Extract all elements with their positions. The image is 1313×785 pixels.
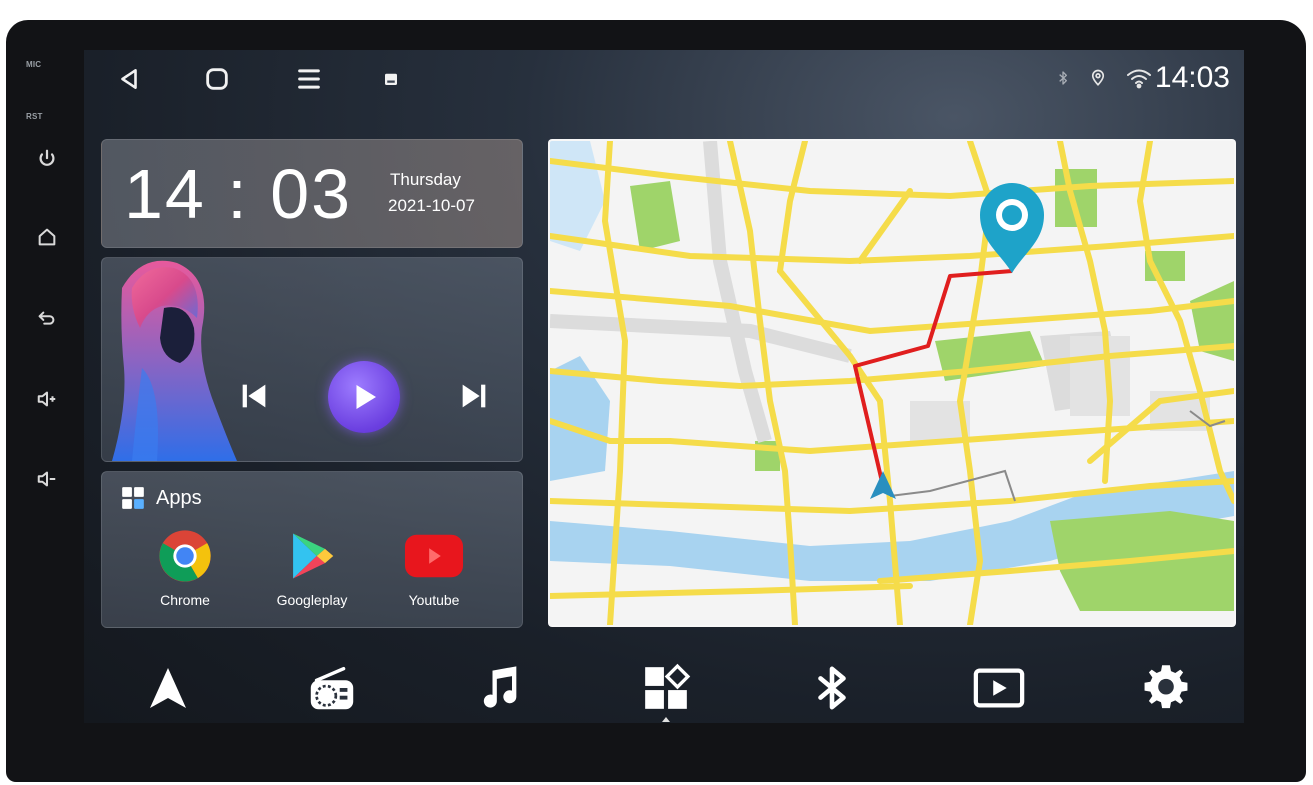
bluetooth-icon — [1059, 71, 1067, 85]
status-bar: 14:03 — [84, 50, 1244, 108]
hardware-home-button[interactable] — [30, 220, 64, 254]
app-googleplay[interactable]: Googleplay — [262, 528, 362, 608]
status-time: 14:03 — [1154, 61, 1230, 94]
bluetooth-icon — [818, 666, 846, 710]
settings-gear-icon — [1144, 665, 1188, 709]
previous-icon — [242, 384, 266, 408]
back-icon — [121, 69, 137, 89]
radio-icon — [310, 666, 354, 710]
apps-grid-icon — [122, 487, 144, 509]
dock-bluetooth-button[interactable] — [802, 658, 862, 718]
back-icon — [38, 311, 55, 325]
volume-up-button[interactable] — [30, 382, 64, 416]
album-art — [112, 260, 237, 461]
clock-day: Thursday — [390, 170, 461, 189]
nav-home-button[interactable] — [198, 60, 236, 98]
mic-label: MIC — [26, 60, 42, 69]
dock-video-button[interactable] — [969, 658, 1029, 718]
app-label: Youtube — [408, 592, 460, 608]
apps-grid-icon — [645, 663, 691, 709]
next-icon — [462, 384, 486, 408]
active-dock-indicator — [662, 717, 670, 722]
navigation-map[interactable] — [548, 139, 1236, 627]
navigation-arrow-icon — [150, 668, 186, 708]
apps-header[interactable]: Apps — [120, 485, 202, 511]
app-chrome[interactable]: Chrome — [135, 528, 235, 608]
previous-track-button[interactable] — [234, 370, 274, 422]
dock-navigation-button[interactable] — [138, 658, 198, 718]
music-widget[interactable] — [101, 257, 523, 462]
dock-radio-button[interactable] — [302, 658, 362, 718]
clock-widget[interactable]: 14 : 03 Thursday 2021-10-07 — [101, 139, 523, 248]
apps-title: Apps — [156, 486, 202, 509]
power-button[interactable] — [30, 142, 64, 176]
video-player-icon — [973, 668, 1025, 708]
google-play-icon — [293, 533, 334, 579]
dock-apps-button[interactable] — [636, 658, 696, 718]
status-indicators: 14:03 — [1055, 58, 1230, 98]
app-label: Googleplay — [276, 592, 348, 608]
youtube-icon — [404, 534, 464, 578]
clock-date: 2021-10-07 — [388, 196, 475, 215]
app-label: Chrome — [160, 592, 210, 608]
volume-down-icon — [37, 471, 56, 487]
touch-screen: 14:03 14 : 03 Thursday 2021-10-07 Apps C… — [84, 50, 1244, 723]
rst-label: RST — [26, 112, 43, 121]
menu-icon — [298, 69, 320, 89]
next-track-button[interactable] — [454, 370, 494, 422]
nav-recent-apps-button[interactable] — [372, 60, 410, 98]
volume-up-icon — [37, 391, 56, 407]
dock-settings-button[interactable] — [1136, 658, 1196, 718]
wifi-icon — [1126, 69, 1151, 89]
clock-time: 14 : 03 — [124, 155, 353, 233]
app-youtube[interactable]: Youtube — [384, 528, 484, 608]
location-icon — [1091, 69, 1104, 86]
play-button[interactable] — [328, 361, 400, 433]
nav-back-button[interactable] — [110, 60, 148, 98]
play-icon — [356, 385, 376, 409]
apps-widget: Apps Chrome Googleplay Youtube — [101, 471, 523, 628]
home-icon — [38, 228, 56, 246]
recent-apps-icon — [385, 73, 397, 85]
power-icon — [39, 149, 55, 166]
volume-down-button[interactable] — [30, 462, 64, 496]
bottom-dock — [84, 650, 1244, 723]
map-view — [550, 141, 1234, 625]
dock-music-button[interactable] — [469, 658, 529, 718]
home-icon — [206, 68, 228, 90]
nav-menu-button[interactable] — [290, 60, 328, 98]
chrome-icon — [159, 530, 211, 582]
hardware-back-button[interactable] — [30, 302, 64, 336]
music-note-icon — [483, 666, 517, 708]
